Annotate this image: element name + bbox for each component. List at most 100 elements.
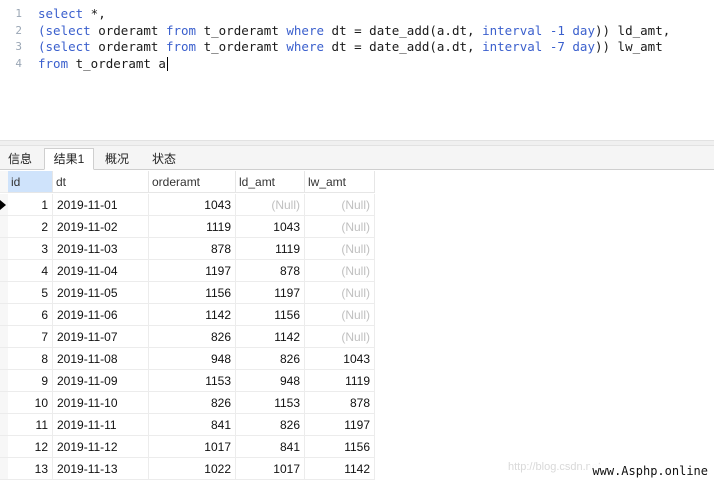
cell-lw_amt[interactable]: (Null) [305, 282, 375, 304]
row-indicator[interactable] [0, 392, 8, 414]
column-header-id[interactable]: id [8, 171, 53, 193]
cell-dt[interactable]: 2019-11-11 [53, 414, 149, 436]
row-indicator[interactable] [0, 282, 8, 304]
cell-ld_amt[interactable]: 1156 [236, 304, 305, 326]
row-indicator[interactable] [0, 414, 8, 436]
cell-lw_amt[interactable]: 1197 [305, 414, 375, 436]
tab-3[interactable]: 状态 [142, 148, 186, 169]
cell-ld_amt[interactable]: 1119 [236, 238, 305, 260]
cell-ld_amt[interactable]: 1142 [236, 326, 305, 348]
cell-ld_amt[interactable]: 878 [236, 260, 305, 282]
column-header-dt[interactable]: dt [53, 171, 149, 193]
cell-lw_amt[interactable]: (Null) [305, 194, 375, 216]
sql-text: dt = date_add(a.dt, [324, 22, 483, 38]
cell-dt[interactable]: 2019-11-03 [53, 238, 149, 260]
column-header-lw_amt[interactable]: lw_amt [305, 171, 375, 193]
cell-ld_amt[interactable]: 826 [236, 414, 305, 436]
row-indicator[interactable] [0, 326, 8, 348]
cell-orderamt[interactable]: 826 [149, 326, 236, 348]
cell-orderamt[interactable]: 1017 [149, 436, 236, 458]
cell-id[interactable]: 5 [8, 282, 53, 304]
cell-ld_amt[interactable]: 948 [236, 370, 305, 392]
sql-text: dt = date_add(a.dt, [324, 39, 483, 54]
cell-id[interactable]: 8 [8, 348, 53, 370]
cell-id[interactable]: 10 [8, 392, 53, 414]
header-corner [0, 171, 8, 193]
cell-id[interactable]: 12 [8, 436, 53, 458]
cell-id[interactable]: 11 [8, 414, 53, 436]
tab-1[interactable]: 结果1 [44, 148, 94, 170]
cell-lw_amt[interactable]: 1156 [305, 436, 375, 458]
cell-orderamt[interactable]: 878 [149, 238, 236, 260]
cell-id[interactable]: 1 [8, 194, 53, 216]
sql-editor[interactable]: 1234 select *, (select orderamt from t_or… [0, 0, 714, 140]
row-indicator[interactable] [0, 304, 8, 326]
tab-0[interactable]: 信息 [0, 148, 40, 169]
result-tab-bar: 信息 结果1 概况 状态 [0, 146, 714, 170]
row-indicator[interactable] [0, 436, 8, 458]
cell-orderamt[interactable]: 826 [149, 392, 236, 414]
cell-ld_amt[interactable]: 1153 [236, 392, 305, 414]
cell-ld_amt[interactable]: 1043 [236, 216, 305, 238]
cell-dt[interactable]: 2019-11-07 [53, 326, 149, 348]
cell-lw_amt[interactable]: (Null) [305, 260, 375, 282]
cell-orderamt[interactable]: 1197 [149, 260, 236, 282]
row-indicator[interactable] [0, 194, 8, 216]
cell-orderamt[interactable]: 1153 [149, 370, 236, 392]
cell-dt[interactable]: 2019-11-09 [53, 370, 149, 392]
row-indicator[interactable] [0, 458, 8, 480]
cell-id[interactable]: 9 [8, 370, 53, 392]
cell-lw_amt[interactable]: (Null) [305, 216, 375, 238]
cell-orderamt[interactable]: 841 [149, 414, 236, 436]
cell-ld_amt[interactable]: 826 [236, 348, 305, 370]
cell-lw_amt[interactable]: 1142 [305, 458, 375, 480]
cell-lw_amt[interactable]: (Null) [305, 238, 375, 260]
cell-lw_amt[interactable]: (Null) [305, 326, 375, 348]
cell-dt[interactable]: 2019-11-08 [53, 348, 149, 370]
cell-id[interactable]: 4 [8, 260, 53, 282]
cell-lw_amt[interactable]: 878 [305, 392, 375, 414]
cell-id[interactable]: 3 [8, 238, 53, 260]
column-header-orderamt[interactable]: orderamt [149, 171, 236, 193]
cell-ld_amt[interactable]: (Null) [236, 194, 305, 216]
sql-keyword: where [286, 39, 325, 54]
cell-id[interactable]: 7 [8, 326, 53, 348]
cell-orderamt[interactable]: 1119 [149, 216, 236, 238]
code-line[interactable]: (select orderamt from t_orderamt where d… [38, 39, 714, 56]
cell-lw_amt[interactable]: (Null) [305, 304, 375, 326]
row-indicator[interactable] [0, 238, 8, 260]
line-number: 4 [15, 56, 22, 70]
cell-orderamt[interactable]: 1022 [149, 458, 236, 480]
cell-orderamt[interactable]: 948 [149, 348, 236, 370]
code-line[interactable]: (select orderamt from t_orderamt where d… [38, 23, 714, 40]
sql-code-area[interactable]: select *, (select orderamt from t_orderam… [38, 6, 714, 72]
row-indicator[interactable] [0, 370, 8, 392]
cell-lw_amt[interactable]: 1119 [305, 370, 375, 392]
row-indicator[interactable] [0, 260, 8, 282]
cell-ld_amt[interactable]: 1017 [236, 458, 305, 480]
cell-orderamt[interactable]: 1043 [149, 194, 236, 216]
cell-dt[interactable]: 2019-11-05 [53, 282, 149, 304]
cell-dt[interactable]: 2019-11-01 [53, 194, 149, 216]
cell-orderamt[interactable]: 1142 [149, 304, 236, 326]
code-line[interactable]: from t_orderamt a [38, 56, 714, 73]
cell-dt[interactable]: 2019-11-04 [53, 260, 149, 282]
cell-dt[interactable]: 2019-11-13 [53, 458, 149, 480]
sql-keyword: select [38, 6, 84, 21]
cell-lw_amt[interactable]: 1043 [305, 348, 375, 370]
cell-ld_amt[interactable]: 1197 [236, 282, 305, 304]
row-indicator[interactable] [0, 348, 8, 370]
cell-id[interactable]: 13 [8, 458, 53, 480]
cell-ld_amt[interactable]: 841 [236, 436, 305, 458]
row-indicator[interactable] [0, 216, 8, 238]
cell-dt[interactable]: 2019-11-02 [53, 216, 149, 238]
tab-2[interactable]: 概况 [96, 148, 138, 169]
cell-id[interactable]: 2 [8, 216, 53, 238]
cell-dt[interactable]: 2019-11-12 [53, 436, 149, 458]
cell-dt[interactable]: 2019-11-06 [53, 304, 149, 326]
code-line[interactable]: select *, [38, 6, 714, 23]
cell-orderamt[interactable]: 1156 [149, 282, 236, 304]
cell-id[interactable]: 6 [8, 304, 53, 326]
column-header-ld_amt[interactable]: ld_amt [236, 171, 305, 193]
cell-dt[interactable]: 2019-11-10 [53, 392, 149, 414]
